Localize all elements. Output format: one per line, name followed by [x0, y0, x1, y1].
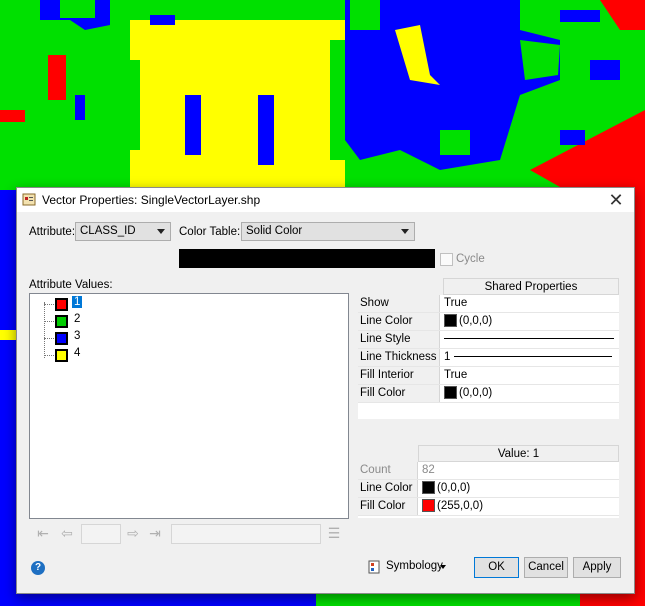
property-name: Fill Color [358, 385, 440, 402]
property-value-text: (255,0,0) [437, 500, 484, 512]
cancel-button[interactable]: Cancel [524, 557, 568, 578]
property-row[interactable]: Fill Color (255,0,0) [358, 498, 619, 516]
property-name: Show [358, 295, 440, 312]
color-table-value: Solid Color [246, 225, 303, 237]
chevron-down-icon [157, 229, 165, 234]
property-name: Line Thickness [358, 349, 440, 366]
property-name: Fill Interior [358, 367, 440, 384]
color-swatch [444, 386, 457, 400]
chevron-down-icon [401, 229, 409, 234]
property-value[interactable]: True [442, 367, 619, 384]
property-value[interactable]: (0,0,0) [420, 480, 619, 497]
dialog-app-icon [22, 193, 36, 206]
cycle-checkbox[interactable] [440, 253, 453, 266]
property-value-text: (0,0,0) [437, 482, 471, 494]
color-table-dropdown[interactable]: Solid Color [241, 222, 415, 241]
shared-properties-header: Shared Properties [443, 278, 619, 295]
property-name: Line Style [358, 331, 440, 348]
record-filter-input[interactable] [171, 524, 321, 544]
property-value[interactable]: (0,0,0) [442, 313, 619, 330]
cycle-label: Cycle [456, 253, 485, 265]
tree-item-label: 1 [72, 296, 83, 308]
attribute-dropdown[interactable]: CLASS_ID [75, 222, 171, 241]
property-row[interactable]: Line Color (0,0,0) [358, 313, 619, 331]
property-value: 82 [422, 464, 435, 476]
attribute-value: CLASS_ID [80, 225, 136, 237]
color-swatch [422, 499, 435, 513]
property-value[interactable]: (255,0,0) [420, 498, 619, 515]
attribute-values-tree[interactable]: 1 2 3 4 [29, 293, 349, 519]
property-name: Line Color [358, 480, 418, 497]
tree-item[interactable]: 1 [30, 296, 348, 312]
color-swatch[interactable] [55, 315, 68, 328]
property-row[interactable]: Fill Interior True [358, 367, 619, 385]
property-row[interactable]: Show True [358, 295, 619, 313]
tree-item[interactable]: 2 [30, 313, 348, 329]
last-record-icon[interactable]: ⇥ [147, 525, 163, 541]
line-thickness-sample [453, 356, 612, 358]
property-name: Line Color [358, 313, 440, 330]
property-name: Fill Color [358, 498, 418, 515]
value-properties-grid[interactable]: Count 82 Line Color (0,0,0) Fill Color (… [358, 462, 619, 518]
line-style-sample [444, 338, 614, 340]
property-value-text: (0,0,0) [459, 315, 493, 327]
property-value[interactable]: 1 [442, 349, 619, 366]
shared-properties-grid[interactable]: Show True Line Color (0,0,0) Line Style … [358, 295, 619, 419]
next-record-icon[interactable]: ⇨ [125, 525, 141, 541]
chevron-down-icon [440, 565, 446, 569]
value-properties-header: Value: 1 [418, 445, 619, 462]
previous-record-icon[interactable]: ⇦ [59, 525, 75, 541]
attribute-values-label: Attribute Values: [29, 279, 113, 291]
tree-item-label: 2 [74, 313, 81, 325]
color-swatch[interactable] [55, 298, 68, 311]
color-ramp-preview [179, 249, 435, 268]
property-value[interactable]: (0,0,0) [442, 385, 619, 402]
property-row[interactable]: Line Thickness 1 [358, 349, 619, 367]
property-row[interactable]: Line Color (0,0,0) [358, 480, 619, 498]
apply-button[interactable]: Apply [573, 557, 621, 578]
list-options-icon[interactable]: ☰ [326, 525, 342, 541]
tree-item[interactable]: 3 [30, 330, 348, 346]
property-value-text: (0,0,0) [459, 387, 493, 399]
symbology-icon [368, 560, 380, 574]
color-swatch[interactable] [55, 349, 68, 362]
record-number-input[interactable] [81, 524, 121, 544]
color-swatch [444, 314, 457, 328]
property-value[interactable] [442, 331, 619, 348]
property-value[interactable]: True [442, 295, 619, 312]
vector-properties-dialog: Vector Properties: SingleVectorLayer.shp… [16, 187, 635, 594]
color-table-label: Color Table: [179, 226, 241, 238]
color-swatch[interactable] [55, 332, 68, 345]
property-value-text: 1 [444, 351, 451, 363]
close-icon[interactable]: ✕ [606, 190, 626, 210]
attribute-label: Attribute: [29, 226, 76, 238]
first-record-icon[interactable]: ⇤ [35, 525, 51, 541]
tree-item-label: 3 [74, 330, 81, 342]
tree-item-label: 4 [74, 347, 81, 359]
property-row[interactable]: Fill Color (0,0,0) [358, 385, 619, 403]
color-swatch [422, 481, 435, 495]
ok-button[interactable]: OK [474, 557, 519, 578]
dialog-title: Vector Properties: SingleVectorLayer.shp [42, 193, 261, 207]
property-row[interactable]: Line Style [358, 331, 619, 349]
symbology-label: Symbology [386, 560, 443, 572]
tree-item[interactable]: 4 [30, 347, 348, 363]
help-icon[interactable]: ? [31, 561, 45, 575]
property-row: Count 82 [358, 462, 619, 480]
title-bar[interactable]: Vector Properties: SingleVectorLayer.shp… [17, 188, 634, 212]
property-name: Count [358, 462, 418, 479]
